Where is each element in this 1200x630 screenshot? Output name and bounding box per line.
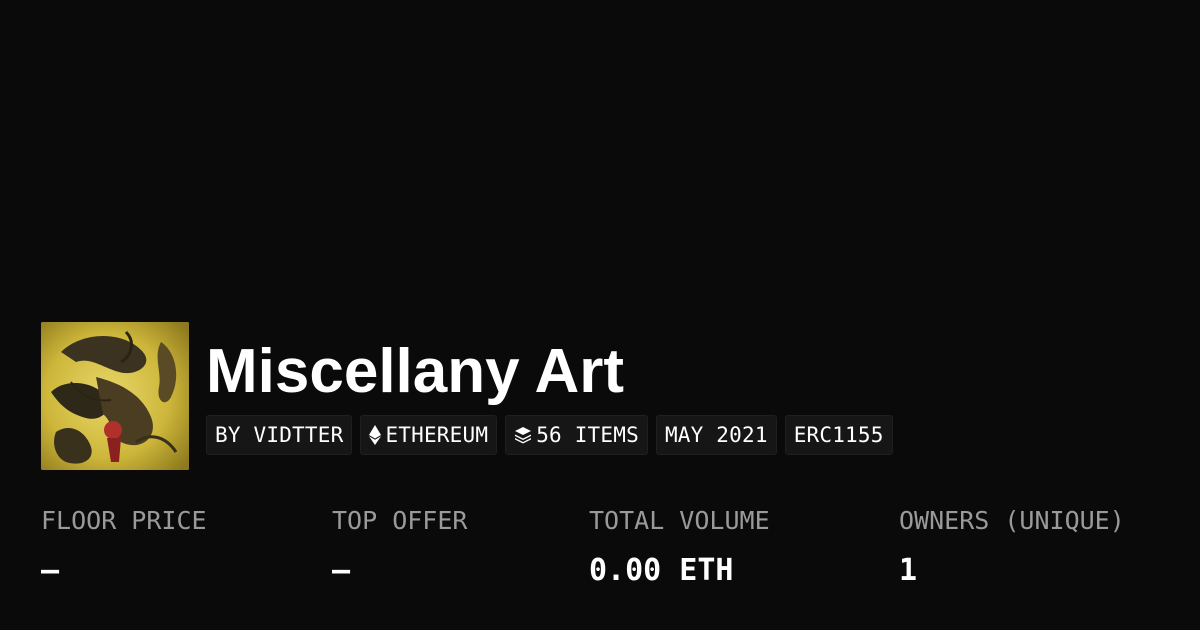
total-volume-value: 0.00 ETH xyxy=(589,553,734,588)
ethereum-icon xyxy=(369,425,382,445)
floor-price-label: FLOOR PRICE xyxy=(41,506,207,535)
total-volume-label: TOTAL VOLUME xyxy=(589,506,770,535)
owners-label: OWNERS (UNIQUE) xyxy=(899,506,1125,535)
owners-value: 1 xyxy=(899,553,918,588)
chain-chip: ETHEREUM xyxy=(360,415,498,455)
top-offer-value: — xyxy=(332,553,351,588)
layers-icon xyxy=(514,426,532,444)
token-standard-chip: ERC1155 xyxy=(784,415,893,455)
total-volume-stat: TOTAL VOLUME 0.00 ETH xyxy=(589,504,770,588)
collection-share-card: Miscellany Art BY VIDTTER ETHEREUM 56 IT… xyxy=(0,0,1200,630)
creator-chip[interactable]: BY VIDTTER xyxy=(206,415,353,455)
chain-chip-label: ETHEREUM xyxy=(385,423,489,447)
floor-price-value: — xyxy=(41,553,60,588)
collection-title: Miscellany Art xyxy=(206,337,625,406)
date-chip-label: MAY 2021 xyxy=(664,423,768,447)
collection-avatar xyxy=(41,322,189,470)
top-offer-stat: TOP OFFER — xyxy=(332,504,467,588)
owners-stat: OWNERS (UNIQUE) 1 xyxy=(899,504,1125,588)
collection-artwork-image xyxy=(41,322,189,470)
date-chip: MAY 2021 xyxy=(655,415,777,455)
collection-info-chips: BY VIDTTER ETHEREUM 56 ITEMS MAY 2021 ER… xyxy=(206,415,893,455)
items-chip-label: 56 ITEMS xyxy=(536,423,639,447)
creator-chip-label: BY VIDTTER xyxy=(215,423,344,447)
top-offer-label: TOP OFFER xyxy=(332,506,468,535)
token-standard-chip-label: ERC1155 xyxy=(793,423,884,447)
floor-price-stat: FLOOR PRICE — xyxy=(41,504,207,588)
items-chip: 56 ITEMS xyxy=(505,415,648,455)
